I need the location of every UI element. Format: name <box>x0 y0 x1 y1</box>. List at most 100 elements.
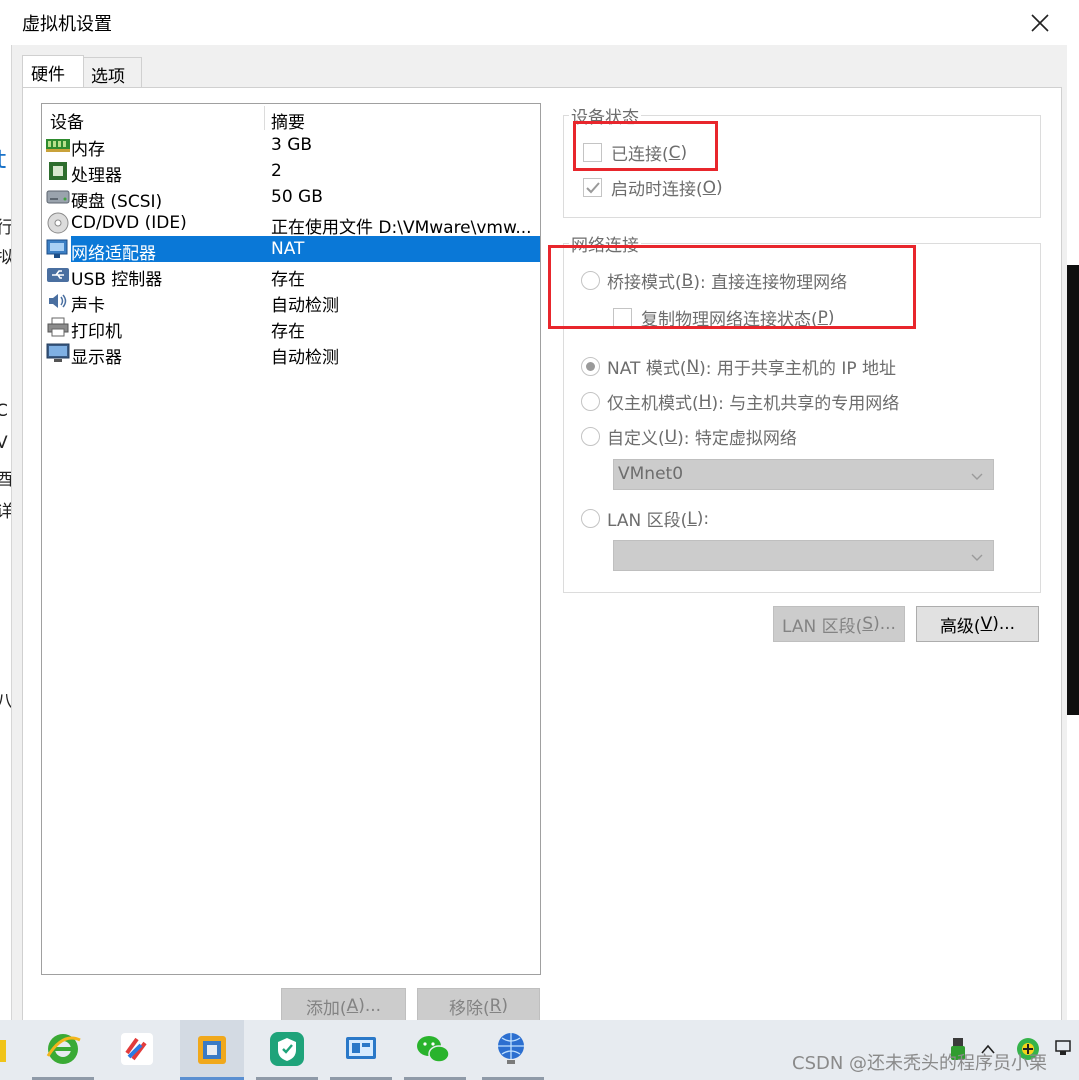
option-label: 自定义( <box>607 429 665 449</box>
background-text: 八 <box>0 687 11 712</box>
device-name: 打印机 <box>71 322 122 342</box>
tab-options[interactable]: 选项 <box>82 57 142 87</box>
button-accesskey: A <box>346 996 359 1016</box>
background-text: V <box>0 433 8 453</box>
option-label: ): 特定虚拟网络 <box>677 429 797 449</box>
radio-dot <box>586 362 595 371</box>
connect-on-start-checkbox[interactable]: 启动时连接(O) <box>583 175 723 200</box>
device-summary: 存在 <box>271 322 305 340</box>
wechat-icon[interactable] <box>412 1028 454 1070</box>
button-accesskey: V <box>980 614 993 634</box>
option-accesskey: U <box>664 426 678 447</box>
background-text: 行 <box>0 213 11 238</box>
annotation-box-connected <box>573 121 718 171</box>
device-name: CD/DVD (IDE) <box>71 213 187 233</box>
option-label: ) <box>716 177 723 198</box>
printer-icon <box>46 316 70 338</box>
device-list-header: 设备 摘要 <box>42 104 540 133</box>
tab-label: 硬件 <box>31 65 65 85</box>
device-summary: NAT <box>267 236 540 262</box>
device-row-display[interactable]: 显示器 自动检测 <box>42 340 540 368</box>
title-bar: 虚拟机设置 <box>12 0 1067 45</box>
tab-label: 选项 <box>91 67 125 87</box>
watermark: CSDN @还未秃头的程序员小栗 <box>792 1053 1048 1074</box>
option-label: NAT 模式( <box>607 359 687 379</box>
button-label: ) <box>501 996 509 1016</box>
host-only-radio[interactable]: 仅主机模式(H): 与主机共享的专用网络 <box>581 389 899 414</box>
device-row-usb[interactable]: USB 控制器 存在 <box>42 262 540 290</box>
option-label: LAN 区段( <box>607 511 688 531</box>
device-name: 网络适配器 <box>71 236 267 264</box>
device-summary: 3 GB <box>271 135 313 155</box>
radio-circle <box>581 509 600 528</box>
lan-segment-radio[interactable]: LAN 区段(L): <box>581 506 709 531</box>
option-accesskey: N <box>686 356 700 377</box>
radio-circle <box>581 357 600 376</box>
background-text: C <box>0 401 8 421</box>
vm-settings-dialog: 虚拟机设置 硬件 选项 设备 摘要 内存 3 GB 处理器 2 硬盘 (SCSI… <box>12 0 1067 1027</box>
device-name: 处理器 <box>71 166 122 186</box>
tab-hardware[interactable]: 硬件 <box>22 55 84 87</box>
network-globe-icon[interactable] <box>490 1028 532 1070</box>
close-button[interactable] <box>1023 6 1057 40</box>
chevron-down-icon <box>971 547 983 567</box>
window-title: 虚拟机设置 <box>22 14 112 35</box>
app-icon[interactable] <box>116 1028 158 1070</box>
app-store-icon[interactable] <box>266 1028 308 1070</box>
remove-button[interactable]: 移除(R) <box>417 988 540 1024</box>
lan-segments-button[interactable]: LAN 区段(S)... <box>773 606 905 642</box>
vmware-icon[interactable] <box>180 1020 244 1080</box>
device-row-network-adapter[interactable]: 网络适配器 NAT <box>42 236 540 264</box>
custom-network-select[interactable]: VMnet0 <box>613 459 994 490</box>
device-summary: 自动检测 <box>271 296 339 314</box>
memory-icon <box>46 134 70 156</box>
button-accesskey: S <box>862 614 874 634</box>
screen-app-icon[interactable] <box>340 1028 382 1070</box>
button-accesskey: R <box>489 996 502 1016</box>
device-row-printer[interactable]: 打印机 存在 <box>42 314 540 342</box>
device-summary: 自动检测 <box>271 348 339 366</box>
custom-network-radio[interactable]: 自定义(U): 特定虚拟网络 <box>581 424 797 449</box>
device-row-sound-card[interactable]: 声卡 自动检测 <box>42 288 540 316</box>
device-row-memory[interactable]: 内存 3 GB <box>42 132 540 160</box>
device-row-processor[interactable]: 处理器 2 <box>42 158 540 186</box>
button-label: )... <box>873 614 896 634</box>
folder-app-fragment[interactable] <box>0 1040 6 1062</box>
device-name: 声卡 <box>71 296 105 316</box>
column-header-device[interactable]: 设备 <box>50 108 84 133</box>
add-button[interactable]: 添加(A)... <box>281 988 406 1024</box>
checkmark-icon <box>585 181 600 193</box>
column-header-summary[interactable]: 摘要 <box>271 108 305 133</box>
device-name: 内存 <box>71 140 105 160</box>
display-icon <box>46 342 70 364</box>
device-name: 硬盘 (SCSI) <box>71 192 163 212</box>
option-accesskey: L <box>687 508 697 529</box>
column-divider[interactable] <box>264 106 265 130</box>
option-accesskey: H <box>698 391 712 412</box>
device-row-hard-disk[interactable]: 硬盘 (SCSI) 50 GB <box>42 184 540 212</box>
hardware-panel: 设备 摘要 内存 3 GB 处理器 2 硬盘 (SCSI) 50 GB CD/D… <box>22 87 1062 1027</box>
advanced-button[interactable]: 高级(V)... <box>916 606 1039 642</box>
lan-segment-select[interactable] <box>613 540 994 571</box>
device-name: USB 控制器 <box>71 270 163 290</box>
background-text: 拟 <box>0 243 11 268</box>
button-label: )... <box>358 996 382 1016</box>
hard-disk-icon <box>46 186 70 208</box>
button-label: LAN 区段( <box>782 616 863 637</box>
select-value: VMnet0 <box>618 464 684 484</box>
button-label: 添加( <box>305 998 347 1019</box>
option-label: ): 用于共享主机的 IP 地址 <box>699 359 897 379</box>
nat-mode-radio[interactable]: NAT 模式(N): 用于共享主机的 IP 地址 <box>581 354 896 379</box>
device-summary: 2 <box>271 161 282 181</box>
option-label: 仅主机模式( <box>607 394 699 414</box>
device-row-cd-dvd[interactable]: CD/DVD (IDE) 正在使用文件 D:\VMware\vmw... <box>42 210 540 236</box>
button-label: 移除( <box>448 998 490 1019</box>
ie-browser-icon[interactable] <box>42 1028 84 1070</box>
taskbar: CSDN @还未秃头的程序员小栗 <box>0 1020 1079 1080</box>
cd-dvd-icon <box>46 212 70 234</box>
option-label: ): <box>696 508 710 529</box>
network-tray-icon[interactable] <box>1050 1028 1078 1070</box>
network-adapter-icon <box>46 238 70 260</box>
option-accesskey: O <box>702 177 717 198</box>
device-list[interactable]: 设备 摘要 内存 3 GB 处理器 2 硬盘 (SCSI) 50 GB CD/D… <box>41 103 541 975</box>
